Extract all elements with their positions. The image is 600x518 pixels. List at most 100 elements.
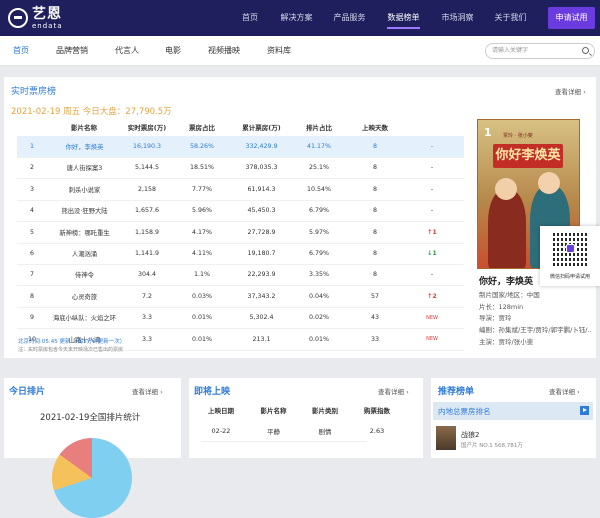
subnav-home[interactable]: 首页 bbox=[13, 36, 29, 66]
cell-rank: 6 bbox=[29, 250, 34, 257]
cell-rank: 7 bbox=[29, 271, 34, 279]
subnav-brand-marketing[interactable]: 品牌营销 bbox=[56, 36, 88, 66]
cell-trend: - bbox=[430, 271, 434, 279]
cell-total-box: 27,728.9 bbox=[247, 228, 276, 236]
table-row[interactable]: 2 唐人街探案3 5,144.5 18.51% 378,035.3 25.1% 8 - bbox=[17, 157, 464, 180]
cell-total-box: 378,035.3 bbox=[245, 164, 278, 172]
table-row[interactable]: 7 侍神令 304.4 1.1% 22,293.9 3.35% 8 - bbox=[17, 264, 464, 287]
domestic-box-ranking-bar[interactable]: 内地总票房排名 bbox=[433, 402, 593, 420]
cell-rank: 8 bbox=[29, 292, 34, 300]
table-row[interactable]: 9 海底小纵队：火焰之环 3.3 0.01% 5,302.4 0.02% 43 NEW bbox=[17, 307, 464, 330]
cell-trend: ↓1 bbox=[427, 250, 437, 257]
subnav-spokesperson[interactable]: 代言人 bbox=[115, 36, 139, 66]
cell-schedule-share: 6.79% bbox=[308, 207, 329, 215]
cell-rank: 3 bbox=[29, 185, 34, 193]
cell-schedule-share: 3.35% bbox=[308, 271, 329, 279]
movie-region: 制片国家/地区：中国 bbox=[479, 291, 540, 299]
nav-products[interactable]: 产品服务 bbox=[333, 0, 366, 36]
featured-movie-name[interactable]: 你好，李焕英 bbox=[479, 274, 533, 287]
nav-about[interactable]: 关于我们 bbox=[494, 0, 527, 36]
view-details-link[interactable]: 查看详细 › bbox=[555, 86, 586, 96]
cell-schedule-share: 25.1% bbox=[308, 164, 329, 172]
search-icon[interactable] bbox=[582, 47, 589, 54]
movie-director: 导演：贾玲 bbox=[479, 314, 512, 322]
table-row[interactable]: 6 人潮汹涌 1,141.9 4.11% 19,180.7 6.79% 8 ↓1 bbox=[17, 243, 464, 265]
cell-trend: ↑2 bbox=[427, 292, 437, 300]
qr-code-card[interactable]: 微信扫码申请试用 bbox=[540, 226, 600, 286]
cell-total-box: 22,293.9 bbox=[247, 271, 276, 279]
qr-logo-icon bbox=[566, 244, 575, 253]
domestic-box-ranking-label: 内地总票房排名 bbox=[438, 407, 491, 416]
cell-days: 8 bbox=[372, 250, 377, 257]
today-schedule-title: 今日排片 bbox=[9, 387, 46, 397]
subnav-video[interactable]: 视频播映 bbox=[208, 36, 240, 66]
recommend-thumbnail[interactable] bbox=[436, 426, 456, 450]
subnav-database[interactable]: 资料库 bbox=[267, 36, 291, 66]
cell-box-share: 1.1% bbox=[194, 271, 210, 279]
search-placeholder: 请输入关键字 bbox=[492, 47, 529, 54]
cell-days: 8 bbox=[372, 185, 377, 193]
poster-figure-left bbox=[488, 190, 526, 268]
cell-schedule-share: 0.01% bbox=[308, 335, 329, 343]
cell-realtime-box: 1,141.9 bbox=[134, 250, 160, 257]
search-input[interactable]: 请输入关键字 bbox=[485, 43, 595, 59]
cell-total-box: 5,302.4 bbox=[249, 314, 274, 322]
panel-title: 实时票房榜 bbox=[11, 87, 57, 97]
table-row[interactable]: 5 新神榜：哪吒重生 1,158.9 4.17% 27,728.9 5.97% 8 ↑1 bbox=[17, 222, 464, 244]
cell-total-box: 37,343.2 bbox=[247, 292, 276, 300]
recommend-item-title[interactable]: 战狼2 bbox=[461, 430, 479, 440]
poster-face-right bbox=[538, 172, 560, 194]
cell-days: 43 bbox=[370, 314, 379, 322]
cell-total-box: 61,914.3 bbox=[247, 185, 276, 193]
schedule-donut-chart bbox=[52, 438, 132, 518]
poster-rank: 1 bbox=[484, 126, 492, 139]
cell-schedule-share: 0.04% bbox=[308, 292, 329, 300]
nav-home[interactable]: 首页 bbox=[240, 0, 260, 36]
subnav-film[interactable]: 电影 bbox=[165, 36, 181, 66]
poster-face-left bbox=[495, 178, 517, 200]
cell-film-name: 新神榜：哪吒重生 bbox=[59, 229, 110, 237]
cell-schedule-share: 10.54% bbox=[306, 185, 331, 193]
play-icon[interactable] bbox=[580, 406, 589, 415]
col-genre: 影片类别 bbox=[312, 407, 338, 415]
upcoming-genre: 剧情 bbox=[318, 427, 332, 436]
cell-trend: NEW bbox=[426, 314, 438, 321]
table-row[interactable]: 3 刺杀小说家 2,158 7.77% 61,914.3 10.54% 8 - bbox=[17, 179, 464, 201]
col-upcoming-name: 影片名称 bbox=[260, 407, 287, 415]
cell-rank: 5 bbox=[29, 228, 34, 236]
cell-trend: - bbox=[430, 207, 434, 215]
nav-rankings[interactable]: 数据榜单 bbox=[387, 0, 420, 36]
cell-total-box: 45,450.3 bbox=[247, 207, 276, 215]
nav-insights[interactable]: 市场洞察 bbox=[441, 0, 474, 36]
cell-schedule-share: 6.79% bbox=[308, 250, 329, 257]
cell-box-share: 0.01% bbox=[191, 335, 212, 343]
cell-realtime-box: 16,190.3 bbox=[132, 143, 162, 150]
upcoming-more-link[interactable]: 查看详细 › bbox=[378, 386, 409, 396]
upcoming-date: 02-22 bbox=[211, 426, 231, 435]
table-row[interactable]: 4 熊出没·狂野大陆 1,657.6 5.96% 45,450.3 6.79% 8 - bbox=[17, 200, 464, 223]
endata-logo[interactable]: 艺恩 endata bbox=[8, 4, 63, 32]
movie-cast: 主演：贾玲/张小斐 bbox=[479, 338, 534, 346]
table-row[interactable]: 1 你好，李焕英 16,190.3 58.26% 332,429.9 41.17% 8 - bbox=[17, 136, 464, 158]
today-schedule-more-link[interactable]: 查看详细 › bbox=[132, 386, 163, 396]
cell-box-share: 5.96% bbox=[191, 207, 212, 215]
cell-trend: - bbox=[430, 164, 434, 172]
cell-days: 8 bbox=[372, 271, 377, 279]
upcoming-row[interactable]: 02-22 平静 剧情 2.63 bbox=[201, 420, 384, 442]
cell-rank: 4 bbox=[29, 207, 34, 215]
col-release-date: 上映日期 bbox=[208, 407, 234, 415]
table-row[interactable]: 8 心灵奇旅 7.2 0.03% 37,343.2 0.04% 57 ↑2 bbox=[17, 286, 464, 308]
cell-box-share: 4.11% bbox=[191, 250, 212, 257]
cell-film-name: 熊出没·狂野大陆 bbox=[61, 208, 108, 216]
cell-days: 8 bbox=[372, 207, 377, 215]
apply-trial-button[interactable]: 申请试用 bbox=[548, 7, 595, 29]
cell-days: 8 bbox=[372, 164, 377, 172]
cell-realtime-box: 3.3 bbox=[141, 314, 152, 322]
logo-text-cn: 艺恩 bbox=[32, 5, 62, 22]
table-header: 影片名称 实时票房(万) 票房占比 累计票房(万) 排片占比 上映天数 bbox=[17, 118, 464, 136]
recommend-more-link[interactable]: 查看详细 › bbox=[549, 386, 580, 396]
cell-film-name: 海底小纵队：火焰之环 bbox=[53, 315, 116, 323]
box-office-note: 注：实时票房包含今天未开映场次已售出的票房 bbox=[18, 347, 124, 353]
nav-solutions[interactable]: 解决方案 bbox=[280, 0, 313, 36]
cell-realtime-box: 1,657.6 bbox=[134, 207, 160, 215]
